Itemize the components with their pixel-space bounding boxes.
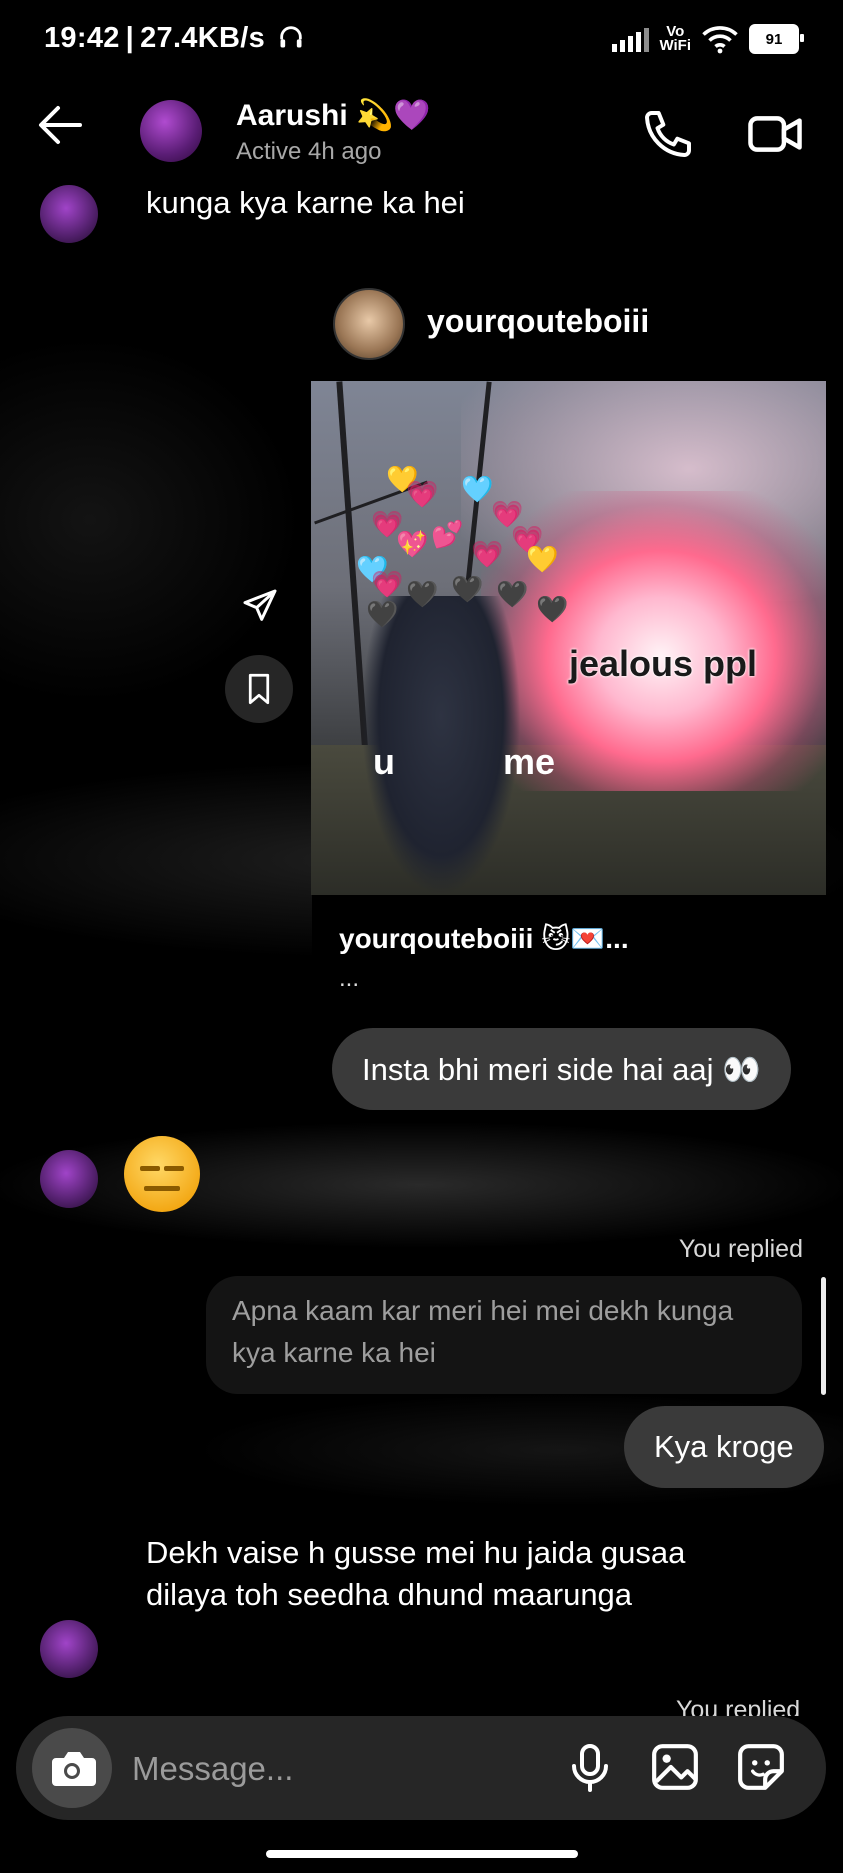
post-image-text-u: u (373, 741, 395, 782)
vowifi-icon: Vo WiFi (659, 23, 691, 54)
phone-call-icon[interactable] (640, 106, 696, 162)
received-emoji-expressionless[interactable] (124, 1136, 200, 1212)
post-image[interactable]: 💛 💗 🩵 💗 💗 💖 💕 💗 💗 💛 🩵 💗 🖤 🖤 🖤 🖤 🖤 jealou… (311, 381, 826, 895)
home-indicator[interactable] (266, 1850, 578, 1858)
sent-message[interactable]: Insta bhi meri side hai aaj 👀 (332, 1028, 791, 1110)
received-message[interactable]: Dekh vaise h gusse mei hu jaida gusaa di… (146, 1532, 686, 1616)
microphone-icon[interactable] (566, 1742, 614, 1794)
camera-button[interactable] (32, 1728, 112, 1808)
network-speed: 27.4KB/s (140, 22, 266, 54)
received-message[interactable]: kunga kya karne ka hei (146, 182, 465, 224)
quoted-message-text: Apna kaam kar meri hei mei dekh kunga ky… (232, 1295, 734, 1368)
quote-indicator-bar (821, 1277, 826, 1395)
post-author-avatar[interactable] (333, 288, 405, 360)
status-bar-left: 19:42 | 27.4KB/s (44, 22, 305, 55)
you-replied-label-partial: You replied (676, 1698, 801, 1716)
save-post-button[interactable] (225, 655, 293, 723)
gallery-icon[interactable] (650, 1742, 700, 1792)
wifi-icon (702, 26, 738, 54)
sender-avatar[interactable] (40, 1620, 98, 1678)
clock: 19:42 (44, 22, 120, 54)
you-replied-label: You replied (678, 1235, 803, 1263)
status-bar-right: Vo WiFi 91 (612, 23, 804, 54)
post-image-text-jealous: jealous ppl (569, 643, 758, 684)
post-caption[interactable]: yourqouteboiii 😼💌... (339, 922, 629, 955)
battery-icon: 91 (749, 24, 804, 54)
sender-avatar[interactable] (40, 1150, 98, 1208)
contact-avatar[interactable] (140, 100, 202, 162)
sticker-icon[interactable] (736, 1742, 786, 1792)
message-input[interactable] (130, 1744, 534, 1794)
headphones-icon (280, 26, 303, 48)
share-send-icon[interactable] (240, 586, 280, 626)
contact-activity-status: Active 4h ago (236, 138, 382, 165)
signal-icon (612, 26, 650, 52)
post-image-text-me: me (503, 741, 556, 782)
contact-name[interactable]: Aarushi 💫💜 (236, 98, 431, 133)
sender-avatar[interactable] (40, 185, 98, 243)
camera-icon (52, 1752, 96, 1786)
bookmark-icon (248, 673, 270, 705)
video-call-icon[interactable] (746, 106, 804, 162)
post-author-username[interactable]: yourqouteboiii (427, 303, 649, 340)
back-arrow-icon[interactable] (30, 95, 90, 155)
sent-message[interactable]: Kya kroge (624, 1406, 824, 1488)
post-caption-more[interactable]: ... (339, 965, 359, 993)
